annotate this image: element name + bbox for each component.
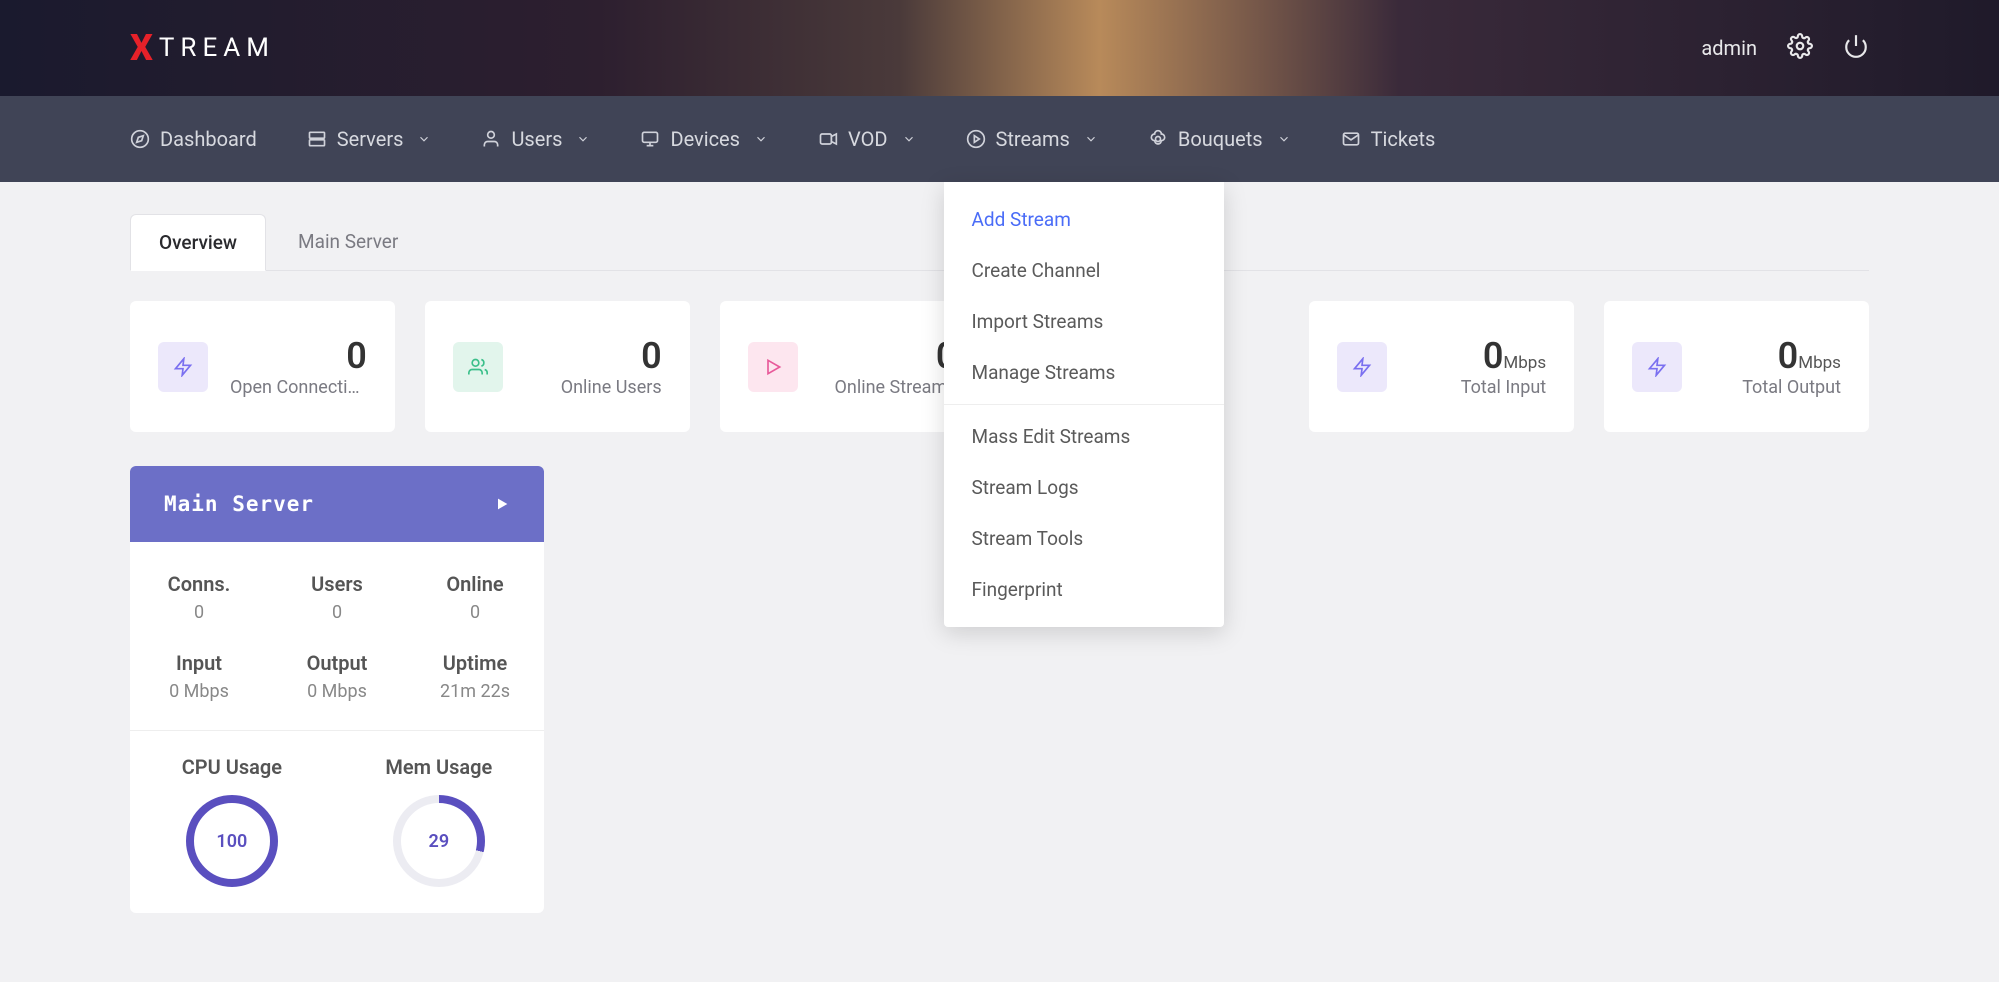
nav-dashboard[interactable]: Dashboard — [130, 96, 257, 182]
label-output: Output — [268, 651, 406, 675]
stat-label: Open Connections — [230, 377, 367, 398]
nav-servers[interactable]: Servers — [307, 96, 432, 182]
streams-dropdown: Add Stream Create Channel Import Streams… — [944, 182, 1224, 627]
play-fill-icon — [494, 496, 510, 512]
nav-label: Users — [511, 127, 562, 151]
menu-fingerprint[interactable]: Fingerprint — [944, 564, 1224, 615]
mem-ring: 29 — [393, 795, 485, 887]
stat-total-output: 0Mbps Total Output — [1604, 301, 1869, 432]
play-circle-icon — [966, 129, 986, 149]
nav-users[interactable]: Users — [481, 96, 590, 182]
play-icon — [763, 357, 783, 377]
nav-label: Tickets — [1371, 127, 1436, 151]
navbar: Dashboard Servers Users Devices VOD Stre… — [0, 96, 1999, 182]
value-input: 0 Mbps — [130, 681, 268, 702]
nav-vod[interactable]: VOD — [818, 96, 916, 182]
chevron-down-icon — [754, 132, 768, 146]
flower-icon — [1148, 129, 1168, 149]
server-icon — [307, 129, 327, 149]
nav-streams[interactable]: Streams Add Stream Create Channel Import… — [966, 96, 1098, 182]
mem-usage: Mem Usage 29 — [385, 755, 492, 887]
label-input: Input — [130, 651, 268, 675]
power-button[interactable] — [1843, 33, 1869, 64]
label-online: Online — [406, 572, 544, 596]
menu-add-stream[interactable]: Add Stream — [944, 194, 1224, 245]
mem-value: 29 — [429, 831, 450, 852]
label-uptime: Uptime — [406, 651, 544, 675]
stat-total-input: 0Mbps Total Input — [1309, 301, 1574, 432]
stat-value: 0Mbps — [1704, 335, 1841, 377]
chevron-down-icon — [902, 132, 916, 146]
chevron-down-icon — [1084, 132, 1098, 146]
brand-x: X — [130, 27, 153, 69]
label-users: Users — [268, 572, 406, 596]
cpu-usage: CPU Usage 100 — [182, 755, 282, 887]
stat-value: 0 — [230, 335, 367, 377]
stat-label: Total Output — [1704, 377, 1841, 398]
menu-stream-logs[interactable]: Stream Logs — [944, 462, 1224, 513]
server-panel-header[interactable]: Main Server — [130, 466, 544, 542]
nav-label: Streams — [996, 127, 1070, 151]
stat-online-users: 0 Online Users — [425, 301, 690, 432]
value-uptime: 21m 22s — [406, 681, 544, 702]
topbar: X TREAM admin — [0, 0, 1999, 96]
stat-open-connections: 0 Open Connections — [130, 301, 395, 432]
nav-label: Servers — [337, 127, 404, 151]
mail-icon — [1341, 129, 1361, 149]
tab-overview[interactable]: Overview — [130, 214, 266, 271]
menu-create-channel[interactable]: Create Channel — [944, 245, 1224, 296]
stat-label: Online Users — [525, 377, 662, 398]
nav-label: Bouquets — [1178, 127, 1263, 151]
stat-label: Total Input — [1409, 377, 1546, 398]
stat-label: Online Streams — [820, 377, 957, 398]
server-title: Main Server — [164, 492, 314, 516]
monitor-icon — [640, 129, 660, 149]
nav-bouquets[interactable]: Bouquets — [1148, 96, 1291, 182]
bolt-icon — [1647, 357, 1667, 377]
bolt-icon — [1352, 357, 1372, 377]
nav-label: Devices — [670, 127, 740, 151]
chevron-down-icon — [417, 132, 431, 146]
nav-tickets[interactable]: Tickets — [1341, 96, 1436, 182]
user-label[interactable]: admin — [1701, 36, 1757, 60]
menu-divider — [944, 404, 1224, 405]
brand-logo: X TREAM — [130, 27, 275, 69]
server-panel: Main Server Conns. 0 Users 0 Online 0 In… — [130, 466, 544, 913]
stat-value: 0Mbps — [1409, 335, 1546, 377]
compass-icon — [130, 129, 150, 149]
power-icon — [1843, 33, 1869, 59]
cpu-label: CPU Usage — [182, 755, 282, 779]
value-conns: 0 — [130, 602, 268, 623]
menu-import-streams[interactable]: Import Streams — [944, 296, 1224, 347]
cpu-ring: 100 — [186, 795, 278, 887]
menu-manage-streams[interactable]: Manage Streams — [944, 347, 1224, 398]
stat-value: 0 — [820, 335, 957, 377]
settings-button[interactable] — [1787, 33, 1813, 64]
user-icon — [481, 129, 501, 149]
nav-devices[interactable]: Devices — [640, 96, 768, 182]
chevron-down-icon — [576, 132, 590, 146]
menu-mass-edit[interactable]: Mass Edit Streams — [944, 411, 1224, 462]
bolt-icon — [173, 357, 193, 377]
menu-stream-tools[interactable]: Stream Tools — [944, 513, 1224, 564]
label-conns: Conns. — [130, 572, 268, 596]
cpu-value: 100 — [216, 831, 247, 852]
video-icon — [818, 129, 838, 149]
chevron-down-icon — [1277, 132, 1291, 146]
value-output: 0 Mbps — [268, 681, 406, 702]
nav-label: VOD — [848, 127, 888, 151]
value-users: 0 — [268, 602, 406, 623]
gear-icon — [1787, 33, 1813, 59]
users-icon — [468, 357, 488, 377]
brand-text: TREAM — [159, 33, 275, 63]
stat-value: 0 — [525, 335, 662, 377]
tab-main-server[interactable]: Main Server — [270, 214, 426, 270]
value-online: 0 — [406, 602, 544, 623]
nav-label: Dashboard — [160, 127, 257, 151]
mem-label: Mem Usage — [385, 755, 492, 779]
